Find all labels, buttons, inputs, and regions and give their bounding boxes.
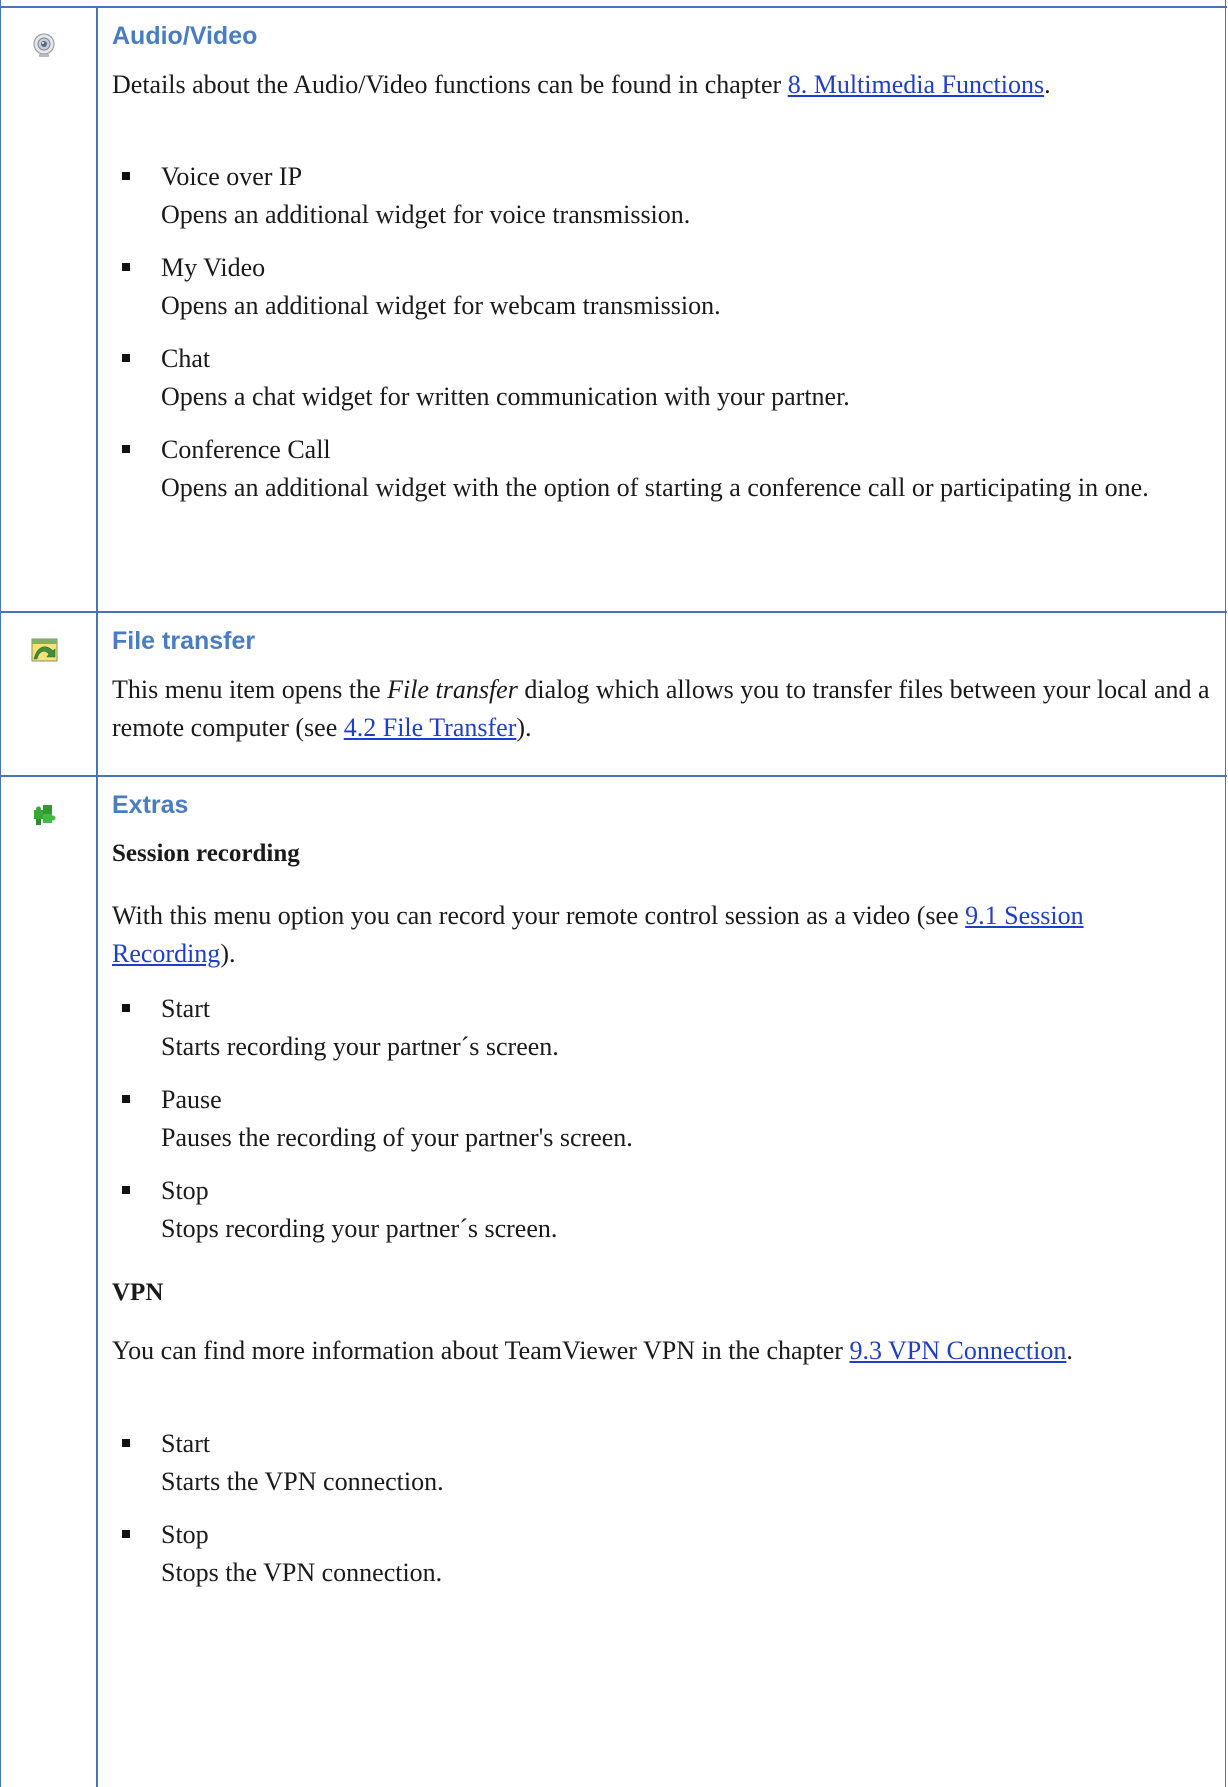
item-label: Chat	[161, 344, 211, 373]
vpn-connection-link[interactable]: 9.3 VPN Connection	[849, 1336, 1066, 1365]
list-item: Voice over IP Opens an additional widget…	[122, 158, 1213, 234]
content-cell: Audio/Video Details about the Audio/Vide…	[100, 8, 1227, 646]
list-item: Chat Opens a chat widget for written com…	[122, 340, 1213, 416]
bullet-icon	[122, 172, 130, 180]
intro-end: .	[1044, 70, 1051, 99]
text: ).	[220, 939, 236, 968]
section-title: Extras	[112, 791, 189, 819]
item-description: Opens a chat widget for written communic…	[161, 382, 850, 411]
intro-text: Details about the Audio/Video functions …	[112, 70, 788, 99]
session-recording-paragraph: With this menu option you can record you…	[112, 897, 1213, 973]
menu-reference-table: Audio/Video Details about the Audio/Vide…	[0, 0, 1227, 1787]
list-item: Stop Stops recording your partner´s scre…	[122, 1172, 1213, 1248]
text: This menu item opens the	[112, 675, 388, 704]
item-description: Stops recording your partner´s screen.	[161, 1214, 558, 1243]
text: ).	[516, 713, 532, 742]
section-title: Audio/Video	[112, 22, 258, 50]
text: With this menu option you can record you…	[112, 901, 966, 930]
bullet-icon	[122, 263, 130, 271]
bullet-icon	[122, 1530, 130, 1538]
item-label: Stop	[161, 1520, 209, 1549]
bullet-icon	[122, 1004, 130, 1012]
item-description: Opens an additional widget with the opti…	[161, 473, 1149, 502]
file-transfer-icon	[31, 637, 58, 663]
row-audio-video: Audio/Video Details about the Audio/Vide…	[1, 6, 1227, 646]
row-extras: Extras Session recording With this menu …	[1, 775, 1227, 1787]
list-item: Start Starts the VPN connection.	[122, 1425, 1213, 1501]
content-cell: Extras Session recording With this menu …	[100, 777, 1227, 1787]
item-label: Pause	[161, 1085, 222, 1114]
list-item: Conference Call Opens an additional widg…	[122, 431, 1213, 507]
vpn-heading: VPN	[112, 1279, 164, 1306]
item-description: Starts the VPN connection.	[161, 1467, 444, 1496]
item-label: Stop	[161, 1176, 209, 1205]
item-label: My Video	[161, 253, 266, 282]
bullet-icon	[122, 354, 130, 362]
item-label: Start	[161, 1429, 211, 1458]
intro-paragraph: Details about the Audio/Video functions …	[112, 66, 1213, 104]
session-recording-heading: Session recording	[112, 840, 300, 867]
item-label: Voice over IP	[161, 162, 303, 191]
item-description: Opens an additional widget for webcam tr…	[161, 291, 721, 320]
list-item: Stop Stops the VPN connection.	[122, 1516, 1213, 1592]
bullet-icon	[122, 445, 130, 453]
bullet-icon	[122, 1439, 130, 1447]
icon-cell	[1, 777, 98, 1787]
vpn-paragraph: You can find more information about Team…	[112, 1332, 1213, 1370]
bullet-icon	[122, 1095, 130, 1103]
puzzle-icon	[31, 801, 57, 827]
file-transfer-paragraph: This menu item opens the File transfer d…	[112, 671, 1213, 747]
item-description: Stops the VPN connection.	[161, 1558, 443, 1587]
item-description: Starts recording your partner´s screen.	[161, 1032, 559, 1061]
icon-cell	[1, 8, 98, 646]
multimedia-link[interactable]: 8. Multimedia Functions	[788, 70, 1044, 99]
file-transfer-link[interactable]: 4.2 File Transfer	[344, 713, 517, 742]
text: .	[1066, 1336, 1073, 1365]
item-description: Opens an additional widget for voice tra…	[161, 200, 691, 229]
list-item: My Video Opens an additional widget for …	[122, 249, 1213, 325]
bullet-icon	[122, 1186, 130, 1194]
list-item: Pause Pauses the recording of your partn…	[122, 1081, 1213, 1157]
item-description: Pauses the recording of your partner's s…	[161, 1123, 633, 1152]
dialog-name: File transfer	[387, 675, 518, 704]
section-title: File transfer	[112, 627, 256, 655]
list-item: Start Starts recording your partner´s sc…	[122, 990, 1213, 1066]
item-label: Conference Call	[161, 435, 331, 464]
item-label: Start	[161, 994, 211, 1023]
webcam-icon	[31, 32, 57, 58]
text: You can find more information about Team…	[112, 1336, 850, 1365]
